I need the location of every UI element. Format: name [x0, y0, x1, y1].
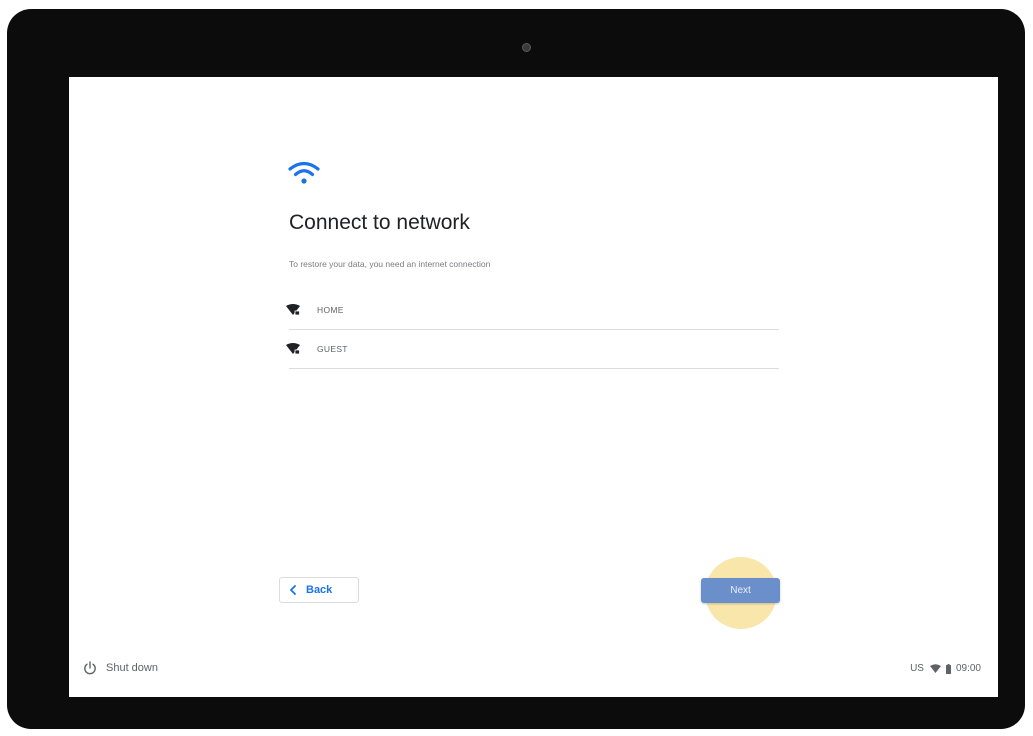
next-button[interactable]: Next	[701, 578, 780, 603]
back-button[interactable]: Back	[279, 577, 359, 603]
network-list: HOME GUEST	[286, 291, 779, 369]
status-tray[interactable]: US 09:00	[910, 663, 981, 674]
back-button-label: Back	[306, 584, 333, 596]
network-item-guest[interactable]: GUEST	[286, 330, 779, 369]
shutdown-button[interactable]: Shut down	[83, 661, 158, 675]
tablet-frame: Connect to network To restore your data,…	[7, 9, 1025, 729]
network-name: GUEST	[317, 344, 348, 354]
wifi-status-icon	[929, 664, 941, 673]
page-subtitle: To restore your data, you need an intern…	[289, 259, 491, 269]
input-method-indicator: US	[910, 663, 924, 674]
clock: 09:00	[955, 663, 981, 674]
wifi-icon	[288, 161, 320, 184]
shutdown-label: Shut down	[106, 662, 158, 674]
network-name: HOME	[317, 305, 344, 315]
chevron-left-icon	[290, 585, 296, 595]
wifi-secure-icon	[286, 343, 300, 355]
network-item-home[interactable]: HOME	[286, 291, 779, 330]
screen: Connect to network To restore your data,…	[69, 77, 998, 697]
page-title: Connect to network	[289, 211, 470, 234]
power-icon	[84, 661, 96, 675]
wifi-secure-icon	[286, 304, 300, 316]
camera	[522, 43, 531, 52]
battery-icon	[945, 663, 951, 674]
